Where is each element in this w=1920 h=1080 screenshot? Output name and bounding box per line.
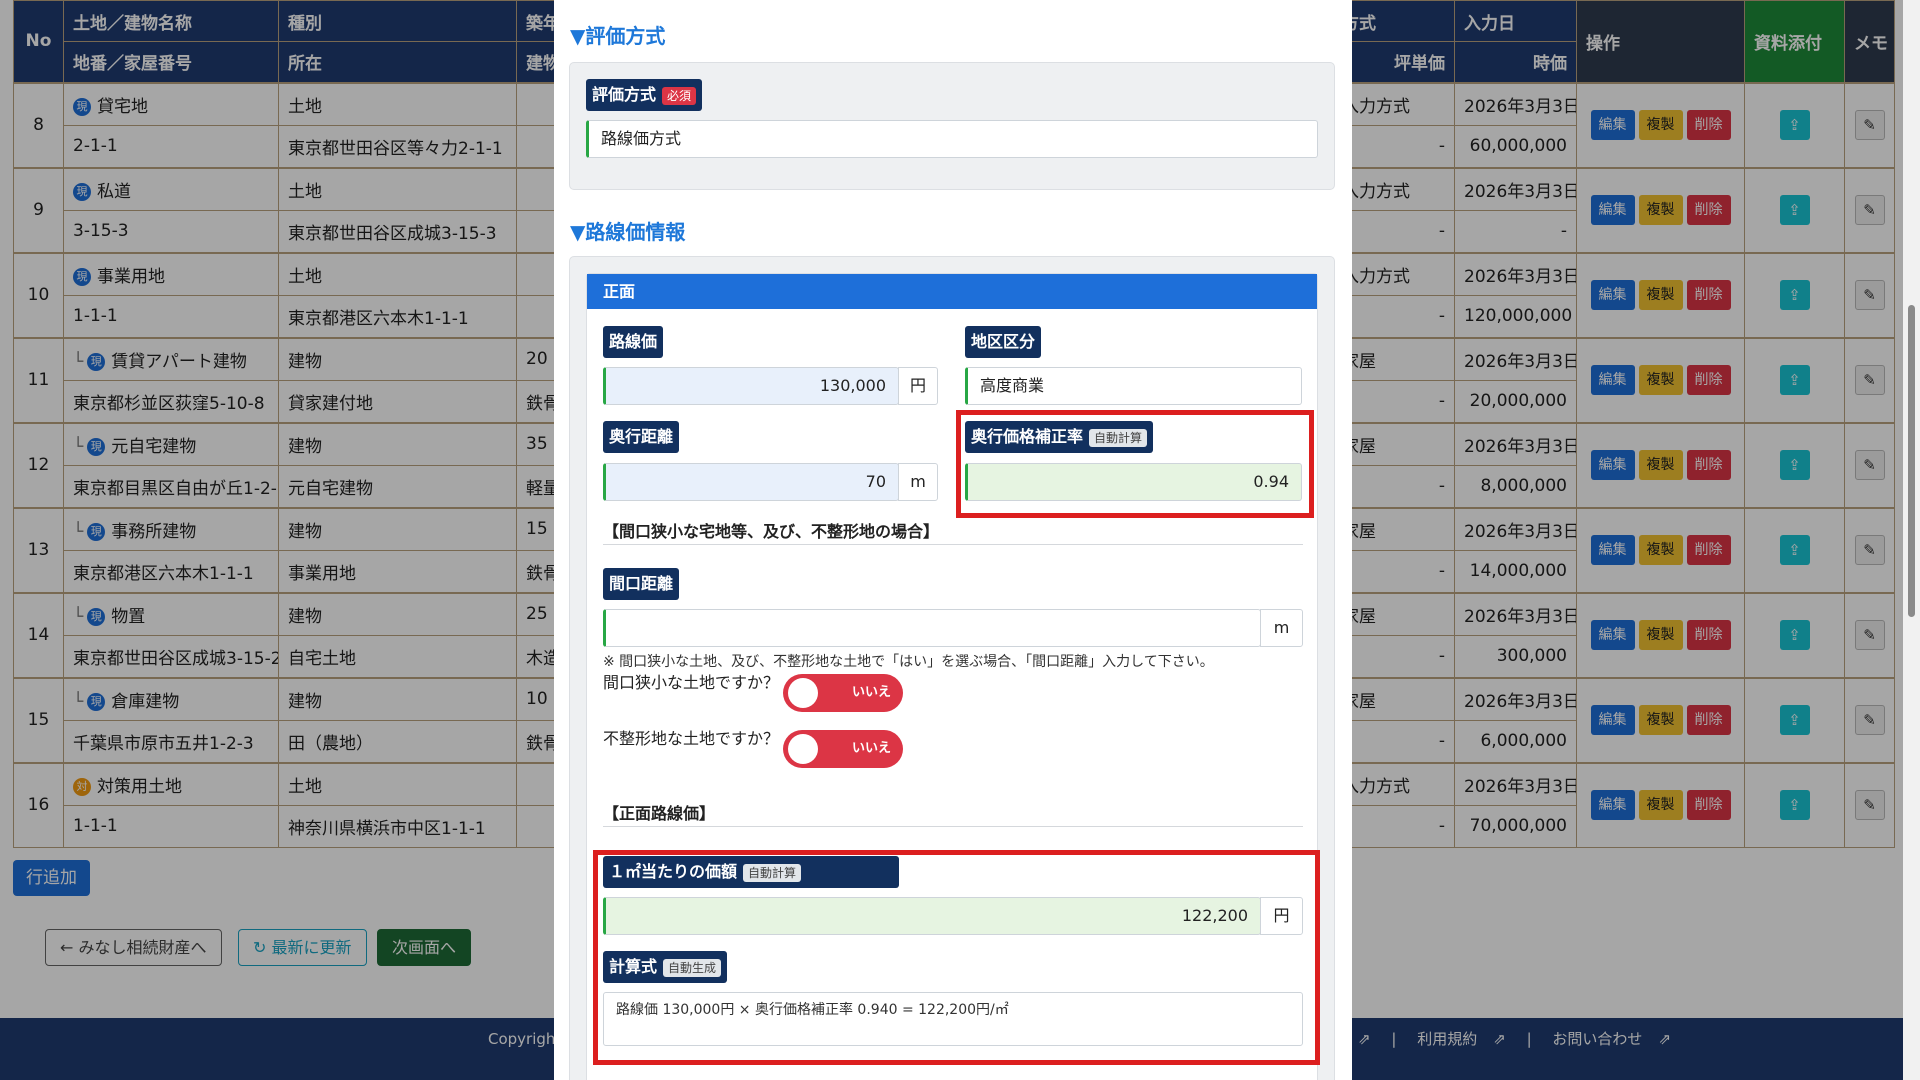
- divider: [603, 544, 1303, 545]
- narrow-question: 間口狭小な土地ですか？: [603, 673, 780, 692]
- required-badge: 必須: [662, 86, 697, 105]
- frontage-label: 間口距離: [603, 568, 680, 600]
- irregular-question: 不整形地な土地ですか？: [603, 729, 780, 748]
- road-price-label: 路線価: [603, 326, 664, 358]
- district-select[interactable]: 高度商業: [965, 367, 1302, 405]
- frontage-note: ※ 間口狭小な土地、及び、不整形地な土地で「はい」を選ぶ場合、「間口距離」入力し…: [603, 654, 1214, 670]
- narrow-toggle[interactable]: いいえ: [783, 674, 903, 712]
- depth-label: 奥行距離: [603, 421, 680, 453]
- scrollbar-thumb[interactable]: [1908, 305, 1915, 617]
- divider: [603, 826, 1303, 827]
- road-price-panel: 正面 路線価 130,000 円 地区区分 高度商業 奥行距離 70 m 奥行価…: [569, 256, 1335, 1080]
- section-road-price-title[interactable]: ▼路線価情報: [570, 216, 685, 245]
- eval-method-select[interactable]: 路線価方式: [586, 120, 1318, 158]
- toggle-knob: [788, 678, 818, 708]
- road-price-input[interactable]: 130,000: [603, 367, 899, 405]
- district-label: 地区区分: [965, 326, 1042, 358]
- section-eval-method-title[interactable]: ▼評価方式: [570, 20, 665, 49]
- front-road-price-heading: 【正面路線価】: [603, 804, 716, 823]
- frontage-unit: m: [1260, 609, 1303, 647]
- page-scrollbar[interactable]: [1903, 0, 1920, 1080]
- depth-unit: m: [898, 463, 938, 501]
- front-card: 正面 路線価 130,000 円 地区区分 高度商業 奥行距離 70 m 奥行価…: [586, 273, 1320, 1080]
- eval-method-panel: 評価方式 必須 路線価方式: [569, 62, 1335, 190]
- toggle-knob: [788, 734, 818, 764]
- toggle-state: いいえ: [851, 741, 891, 756]
- frontage-input[interactable]: [603, 609, 1261, 647]
- irregular-toggle[interactable]: いいえ: [783, 730, 903, 768]
- depth-input[interactable]: 70: [603, 463, 899, 501]
- toggle-state: いいえ: [851, 685, 891, 700]
- front-card-header: 正面: [587, 274, 1317, 309]
- evaluation-modal: ▼評価方式 評価方式 必須 路線価方式 ▼路線価情報 正面 路線価 130,000…: [554, 0, 1352, 1080]
- highlight-per-sqm-section: [593, 850, 1320, 1065]
- narrow-land-heading: 【間口狭小な宅地等、及び、不整形地の場合】: [603, 522, 940, 541]
- highlight-depth-rate: [956, 410, 1314, 518]
- road-price-unit: 円: [898, 367, 938, 405]
- eval-method-label: 評価方式 必須: [586, 79, 703, 111]
